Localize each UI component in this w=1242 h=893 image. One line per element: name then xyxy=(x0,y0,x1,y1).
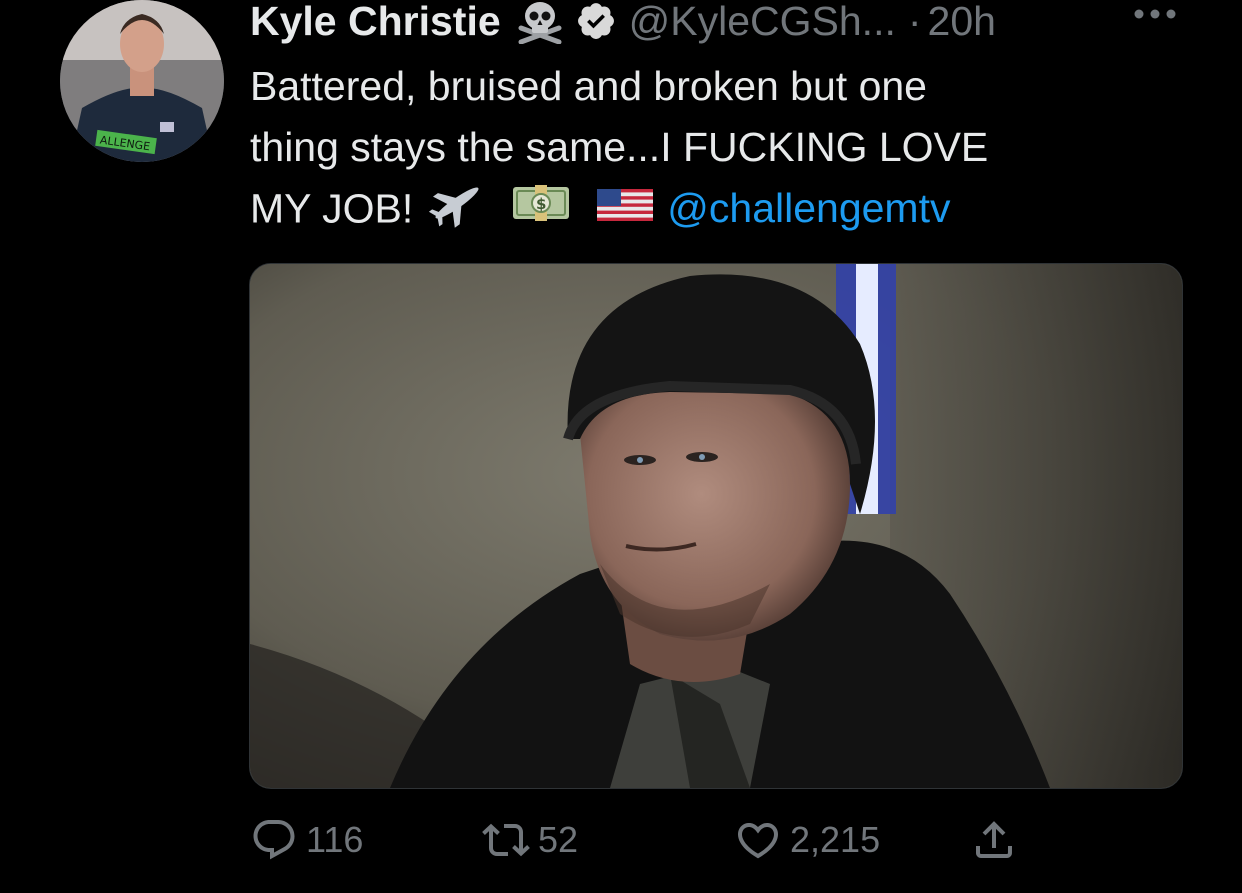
tweet-text-line: thing stays the same...I FUCKING LOVE xyxy=(250,124,989,170)
share-icon xyxy=(976,821,1012,858)
skull-crossbones-icon xyxy=(515,0,565,45)
tweet-media-image[interactable] xyxy=(249,263,1183,789)
retweet-count: 52 xyxy=(538,819,579,860)
money-bag-icon: $ xyxy=(511,181,571,242)
tweet-header: Kyle Christie @KyleCGSh... · 20h xyxy=(250,0,996,46)
tweet-actions-bar: 116 52 2,215 xyxy=(250,810,1050,870)
mention-link[interactable]: @challengemtv xyxy=(667,185,950,231)
tweet-text: Battered, bruised and broken but one thi… xyxy=(250,56,1150,245)
reply-button[interactable]: 116 xyxy=(250,810,363,870)
author-avatar[interactable]: ALLENGE xyxy=(60,0,224,162)
reply-icon xyxy=(253,820,295,860)
retweet-icon xyxy=(482,823,530,857)
author-handle[interactable]: @KyleCGSh... xyxy=(629,0,896,45)
author-display-name[interactable]: Kyle Christie xyxy=(250,0,501,45)
more-options-icon[interactable] xyxy=(1132,4,1178,24)
retweet-button[interactable]: 52 xyxy=(482,810,578,870)
heart-icon xyxy=(737,823,779,859)
share-button[interactable] xyxy=(970,810,1026,870)
us-flag-icon xyxy=(597,181,654,242)
like-count: 2,215 xyxy=(790,819,881,860)
airplane-icon xyxy=(427,178,487,245)
tweet-text-line: Battered, bruised and broken but one xyxy=(250,63,927,109)
verified-badge-icon xyxy=(575,0,617,42)
reply-count: 116 xyxy=(306,819,364,860)
header-separator: · xyxy=(907,0,922,44)
like-button[interactable]: 2,215 xyxy=(734,810,880,870)
tweet-timestamp[interactable]: 20h xyxy=(928,0,996,45)
tweet-text-line-last: MY JOB! $ @challengemtv xyxy=(250,178,1150,245)
svg-text:$: $ xyxy=(536,195,546,213)
tweet-text-line: MY JOB! xyxy=(250,185,414,232)
